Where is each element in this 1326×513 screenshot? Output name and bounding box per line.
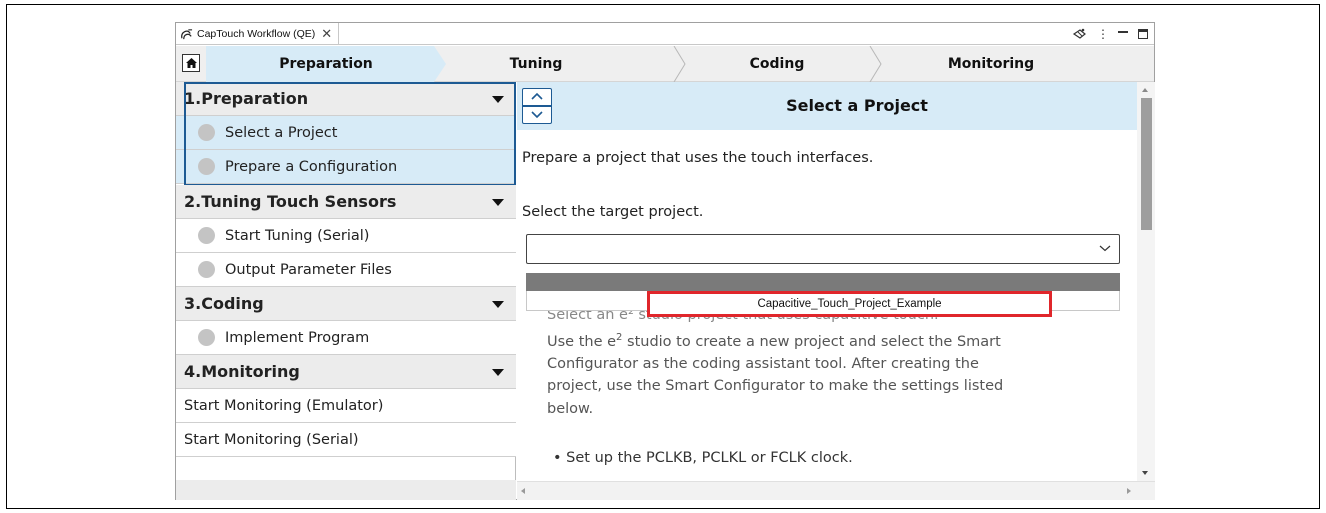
scroll-right-icon[interactable] xyxy=(1127,488,1131,494)
nav-item-label: Implement Program xyxy=(225,329,370,346)
captouch-icon xyxy=(181,28,193,39)
horizontal-scrollbar[interactable] xyxy=(517,481,1155,500)
active-section-outline xyxy=(184,82,516,186)
section-label: 4.Monitoring xyxy=(184,362,300,381)
chevron-down-icon[interactable] xyxy=(492,369,504,376)
minimize-icon[interactable] xyxy=(1118,31,1128,41)
chevron-down-icon[interactable] xyxy=(492,301,504,308)
step-description: Prepare a project that uses the touch in… xyxy=(522,150,874,166)
chevron-down-icon[interactable] xyxy=(1099,244,1111,252)
step-tuning[interactable]: Tuning xyxy=(506,46,566,82)
instruction-line: below. xyxy=(547,400,594,417)
nav-item-start-monitoring-emulator[interactable]: Start Monitoring (Emulator) xyxy=(176,389,516,423)
nav-item-start-tuning-serial[interactable]: Start Tuning (Serial) xyxy=(176,219,516,253)
workflow-navigation: 1.Preparation Select a Project Prepare a… xyxy=(176,82,516,500)
workflow-step-bar: Preparation Tuning Coding Monitoring xyxy=(176,46,1154,82)
instruction-line: Use the e2 studio to create a new projec… xyxy=(547,331,1001,350)
nav-item-output-parameter-files[interactable]: Output Parameter Files xyxy=(176,253,516,287)
window-controls: ⋮ xyxy=(1071,25,1148,43)
navigation-footer xyxy=(176,480,516,500)
scrollbar-thumb[interactable] xyxy=(1141,98,1152,230)
step-label: Tuning xyxy=(509,56,563,72)
view-menu-icon[interactable]: ⋮ xyxy=(1097,27,1109,41)
captouch-workflow-view: CapTouch Workflow (QE) ✕ ⋮ Preparation T… xyxy=(175,22,1155,500)
dropdown-option-capacitive-touch-project-example[interactable]: Capacitive_Touch_Project_Example xyxy=(647,291,1052,317)
scroll-up-icon[interactable] xyxy=(1142,88,1148,92)
nav-item-implement-program[interactable]: Implement Program xyxy=(176,321,516,355)
content-pane: Select a Project Prepare a project that … xyxy=(517,82,1137,500)
step-separator-icon xyxy=(673,46,686,82)
step-label: Monitoring xyxy=(947,56,1035,72)
section-monitoring[interactable]: 4.Monitoring xyxy=(176,355,516,389)
status-dot-icon xyxy=(198,261,215,278)
home-button[interactable] xyxy=(182,54,200,72)
view-tab-bar: CapTouch Workflow (QE) ✕ ⋮ xyxy=(176,23,1154,45)
target-project-select[interactable] xyxy=(526,234,1120,264)
chevron-down-icon[interactable] xyxy=(492,199,504,206)
nav-item-label: Start Monitoring (Serial) xyxy=(184,431,359,448)
section-label: 3.Coding xyxy=(184,294,264,313)
target-project-label: Select the target project. xyxy=(522,204,704,220)
content-header: Select a Project xyxy=(517,82,1137,130)
instruction-line: project, use the Smart Configurator to m… xyxy=(547,378,1004,395)
dropdown-list-header xyxy=(526,273,1120,291)
nav-item-label: Start Tuning (Serial) xyxy=(225,227,370,244)
view-tab[interactable]: CapTouch Workflow (QE) ✕ xyxy=(176,23,340,45)
section-coding[interactable]: 3.Coding xyxy=(176,287,516,321)
dropdown-list: Capacitive_Touch_Project_Example xyxy=(526,291,1120,317)
nav-item-label: Start Monitoring (Emulator) xyxy=(184,397,384,414)
step-separator-icon xyxy=(869,46,882,82)
instruction-line: Configurator as the coding assistant too… xyxy=(547,355,979,372)
step-label: Coding xyxy=(749,56,805,72)
vertical-scrollbar[interactable] xyxy=(1137,82,1155,481)
status-dot-icon xyxy=(198,227,215,244)
scroll-left-icon[interactable] xyxy=(521,488,525,494)
step-monitoring[interactable]: Monitoring xyxy=(916,46,1066,82)
view-tab-title: CapTouch Workflow (QE) xyxy=(197,28,316,40)
step-coding[interactable]: Coding xyxy=(722,46,832,82)
step-label: Preparation xyxy=(279,56,373,72)
status-dot-icon xyxy=(198,329,215,346)
bullet-item: • Set up the PCLKB, PCLKL or FCLK clock. xyxy=(553,450,853,466)
close-icon[interactable]: ✕ xyxy=(321,26,332,42)
home-icon xyxy=(185,58,197,68)
page-title: Select a Project xyxy=(786,96,928,115)
scroll-down-icon[interactable] xyxy=(1142,471,1148,475)
section-label: 2.Tuning Touch Sensors xyxy=(184,192,397,211)
instructions-text: Select an e² studio project that uses ca… xyxy=(547,304,1107,420)
nav-item-start-monitoring-serial[interactable]: Start Monitoring (Serial) xyxy=(176,423,516,457)
section-tuning-touch-sensors[interactable]: 2.Tuning Touch Sensors xyxy=(176,185,516,219)
pointer-hand-icon[interactable] xyxy=(1071,27,1087,41)
step-preparation[interactable]: Preparation xyxy=(206,46,446,82)
maximize-icon[interactable] xyxy=(1138,29,1148,39)
nav-item-label: Output Parameter Files xyxy=(225,261,392,278)
